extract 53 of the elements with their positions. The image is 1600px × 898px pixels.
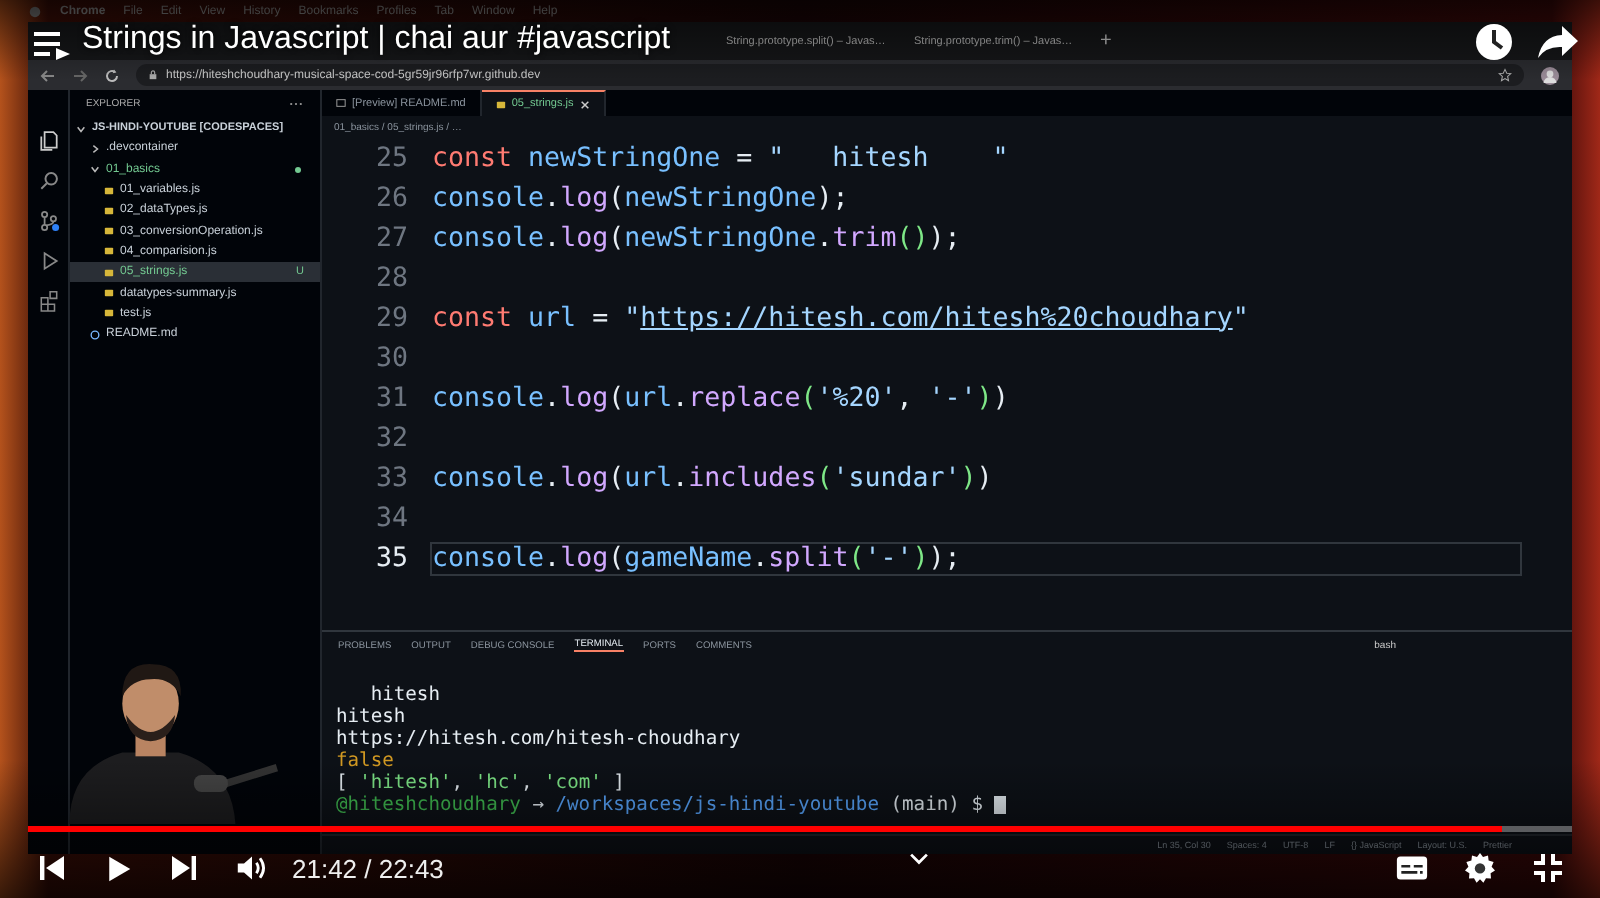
terminal-line: hitesh [368, 684, 440, 706]
line-number: 30 [373, 343, 408, 373]
line-number: 25 [373, 143, 408, 173]
line-number: 26 [373, 183, 408, 213]
back-icon[interactable] [40, 67, 56, 83]
code-line: console.log(gameName.split('-')); [432, 543, 1521, 573]
js-file-icon [495, 99, 506, 109]
code-line: console.log(url.includes('sundar')) [432, 463, 995, 493]
code-line: const url = "https://hitesh.com/hitesh%20choudhary" [432, 303, 1251, 333]
subtitles-icon[interactable] [1396, 852, 1428, 884]
volume-icon[interactable] [236, 852, 268, 884]
bookmark-star-icon[interactable] [1498, 68, 1512, 82]
source-control-icon[interactable] [37, 210, 59, 232]
previous-icon[interactable] [36, 852, 68, 884]
terminal-line: hitesh [336, 706, 406, 728]
reload-icon[interactable] [104, 67, 120, 83]
share-icon[interactable] [1536, 24, 1580, 60]
line-number: 31 [373, 383, 408, 413]
new-tab-button[interactable]: + [1100, 30, 1112, 52]
info-icon [90, 329, 100, 340]
terminal-line: false [336, 750, 394, 772]
code-line: console.log(url.replace('%20', '-')) [432, 383, 1011, 413]
search-icon[interactable] [37, 170, 59, 192]
video-title[interactable]: Strings in Javascript | chai aur #javascript [82, 22, 671, 58]
forward-icon[interactable] [72, 67, 88, 83]
line-number: 27 [373, 223, 408, 253]
code-line: console.log(newStringOne); [432, 183, 851, 213]
terminal-line: https://hitesh.com/hitesh-choudhary [336, 728, 741, 750]
line-number: 34 [373, 503, 408, 533]
line-number: 32 [373, 423, 408, 453]
line-number: 35 [373, 543, 408, 573]
lock-icon [148, 70, 158, 80]
playlist-icon[interactable] [32, 28, 72, 60]
play-icon[interactable] [104, 853, 132, 883]
watch-later-icon[interactable] [1474, 22, 1514, 62]
time-display: 21:42 / 22:43 [292, 853, 444, 883]
exit-fullscreen-icon[interactable] [1532, 852, 1564, 884]
line-number: 29 [373, 303, 408, 333]
code-line: console.log(newStringOne.trim()); [432, 223, 963, 253]
terminal-line: [ 'hitesh', 'hc', 'com' ] [336, 772, 625, 794]
preview-icon [336, 98, 346, 108]
line-number: 33 [373, 463, 408, 493]
status-dot-icon [294, 165, 302, 174]
terminal-line: @hiteshchoudhary → /workspaces/js-hindi-youtube (main) $ [336, 794, 1007, 816]
next-icon[interactable] [168, 852, 200, 884]
chevron-down-icon[interactable] [908, 851, 931, 865]
profile-avatar[interactable] [1540, 65, 1560, 85]
files-icon[interactable] [37, 130, 59, 152]
extensions-icon[interactable] [37, 290, 59, 312]
code-line: const newStringOne = " hitesh " [432, 143, 1011, 173]
line-number: 28 [373, 263, 408, 293]
settings-icon[interactable] [1464, 852, 1496, 884]
close-icon[interactable] [579, 99, 590, 109]
